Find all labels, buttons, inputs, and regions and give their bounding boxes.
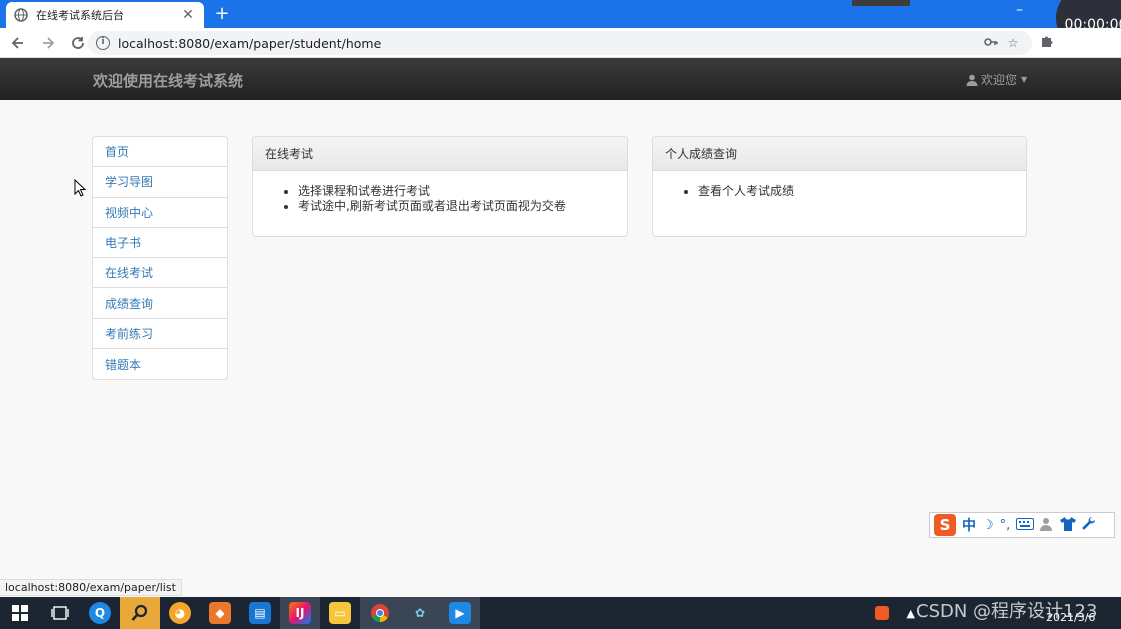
user-settings-icon[interactable] bbox=[1040, 517, 1054, 534]
back-arrow-icon[interactable] bbox=[6, 31, 30, 55]
sidebar-item-home[interactable]: 首页 bbox=[93, 137, 227, 168]
sidebar-item-online-exam[interactable]: 在线考试 bbox=[93, 258, 227, 289]
taskbar-date: 2021/3/6 bbox=[1046, 611, 1096, 624]
online-exam-panel: 在线考试 选择课程和试卷进行考试 考试途中,刷新考试页面或者退出考试页面视为交卷 bbox=[252, 136, 628, 237]
mouse-cursor-icon bbox=[74, 178, 87, 200]
sidebar-menu: 首页 学习导图 视频中心 电子书 在线考试 成绩查询 考前练习 错题本 bbox=[92, 136, 228, 381]
panel-list: 选择课程和试卷进行考试 考试途中,刷新考试页面或者退出考试页面视为交卷 bbox=[253, 171, 627, 214]
tray-expand-icon[interactable]: ▲ bbox=[907, 607, 915, 620]
bird-app-icon[interactable]: ◕ bbox=[160, 597, 200, 629]
sidebar-item-score-query[interactable]: 成绩查询 bbox=[93, 288, 227, 319]
task-view-icon[interactable] bbox=[40, 597, 80, 629]
intellij-idea-icon[interactable]: IJ bbox=[280, 597, 320, 629]
brand-title[interactable]: 欢迎使用在线考试系统 bbox=[93, 70, 243, 91]
caret-down-icon: ▼ bbox=[1021, 75, 1028, 84]
app-navbar: 欢迎使用在线考试系统 欢迎您 ▼ bbox=[0, 58, 1121, 100]
link-status-tooltip: localhost:8080/exam/paper/list bbox=[0, 579, 182, 596]
list-item: 考试途中,刷新考试页面或者退出考试页面视为交卷 bbox=[298, 199, 615, 214]
address-url: localhost:8080/exam/paper/student/home bbox=[118, 35, 382, 51]
tab-close-icon[interactable]: ✕ bbox=[180, 7, 196, 23]
welcome-label: 欢迎您 bbox=[981, 73, 1018, 87]
user-dropdown[interactable]: 欢迎您 ▼ bbox=[966, 71, 1027, 88]
sidebar-item-video-center[interactable]: 视频中心 bbox=[93, 198, 227, 228]
sidebar-item-ebook[interactable]: 电子书 bbox=[93, 228, 227, 259]
browser-toolbar: i localhost:8080/exam/paper/student/home… bbox=[0, 28, 1121, 58]
info-icon[interactable]: i bbox=[96, 36, 110, 50]
extensions-puzzle-icon[interactable] bbox=[1040, 34, 1054, 52]
file-explorer-icon[interactable]: ▭ bbox=[320, 597, 360, 629]
key-icon[interactable] bbox=[980, 36, 1002, 50]
ime-toolbar: S 中 ☽ °, bbox=[929, 512, 1115, 538]
overlay-strip bbox=[852, 0, 910, 6]
browser-tab-strip: 在线考试系统后台 ✕ + – 00:00:00 bbox=[0, 0, 1121, 50]
browser-tab[interactable]: 在线考试系统后台 ✕ bbox=[6, 2, 204, 28]
address-bar[interactable]: i localhost:8080/exam/paper/student/home… bbox=[88, 31, 1032, 55]
moon-icon[interactable]: ☽ bbox=[982, 518, 994, 533]
forward-arrow-icon[interactable] bbox=[36, 31, 60, 55]
windows-start-icon[interactable] bbox=[0, 597, 40, 629]
paint-app-icon[interactable]: ✿ bbox=[400, 597, 440, 629]
sogou-tray-icon[interactable] bbox=[874, 606, 889, 620]
new-tab-button[interactable]: + bbox=[212, 4, 232, 24]
score-query-panel: 个人成绩查询 查看个人考试成绩 bbox=[652, 136, 1027, 237]
punctuation-toggle[interactable]: °, bbox=[1000, 518, 1011, 533]
list-item: 选择课程和试卷进行考试 bbox=[298, 184, 615, 199]
tab-title: 在线考试系统后台 bbox=[36, 9, 124, 22]
screen-recorder-icon[interactable]: ▶ bbox=[440, 597, 480, 629]
sidebar-item-mistakes[interactable]: 错题本 bbox=[93, 349, 227, 379]
sogou-logo-icon[interactable]: S bbox=[934, 514, 956, 536]
sidebar-item-study-map[interactable]: 学习导图 bbox=[93, 167, 227, 198]
browser-q-icon[interactable]: Q bbox=[80, 597, 120, 629]
wrench-icon[interactable] bbox=[1082, 516, 1096, 534]
keyboard-icon[interactable] bbox=[1016, 517, 1035, 533]
panel-heading: 在线考试 bbox=[253, 137, 627, 171]
user-icon bbox=[966, 74, 978, 86]
panel-list: 查看个人考试成绩 bbox=[653, 171, 1026, 199]
tiles-app-icon[interactable]: ▤ bbox=[240, 597, 280, 629]
skin-shirt-icon[interactable] bbox=[1060, 516, 1077, 534]
sidebar-item-practice[interactable]: 考前练习 bbox=[93, 319, 227, 350]
minimize-button[interactable]: – bbox=[1016, 2, 1023, 18]
globe-icon bbox=[14, 8, 28, 22]
panel-heading: 个人成绩查询 bbox=[653, 137, 1026, 171]
ime-language-toggle[interactable]: 中 bbox=[962, 515, 976, 535]
reload-icon[interactable] bbox=[66, 31, 90, 55]
chrome-icon[interactable] bbox=[360, 597, 400, 629]
search-magnifier-icon[interactable] bbox=[120, 597, 160, 629]
star-icon[interactable]: ☆ bbox=[1002, 36, 1024, 50]
list-item: 查看个人考试成绩 bbox=[698, 184, 1014, 199]
fox-app-icon[interactable]: ◆ bbox=[200, 597, 240, 629]
